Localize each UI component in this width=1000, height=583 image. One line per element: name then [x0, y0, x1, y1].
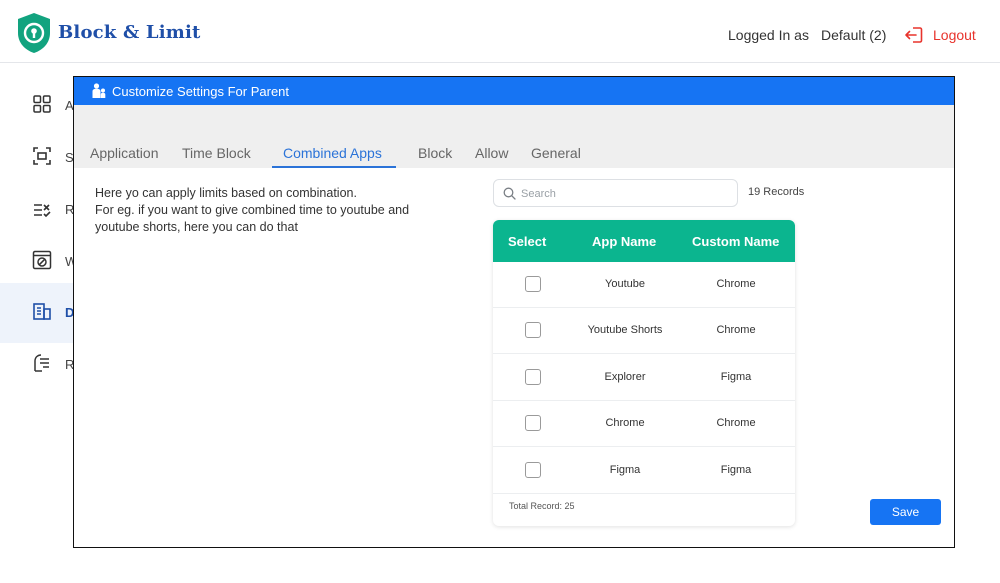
apps-table: Select App Name Custom Name Youtube Chro…	[493, 220, 795, 526]
app-header: Block & Limit Logged In as Default (2) L…	[0, 0, 1000, 63]
sidebar-item-apps[interactable]: A	[0, 76, 80, 136]
sidebar-item-devices[interactable]: D	[0, 283, 80, 343]
brand-title: Block & Limit	[58, 22, 201, 43]
app-name-cell: Chrome	[605, 417, 645, 429]
logout-button[interactable]: Logout	[933, 27, 976, 43]
custom-name-cell: Figma	[720, 464, 752, 476]
app-name-cell: Figma	[609, 464, 641, 476]
save-button[interactable]: Save	[870, 499, 941, 525]
row-checkbox[interactable]	[525, 415, 541, 431]
apps-grid-icon	[33, 95, 51, 113]
table-header: Select App Name Custom Name	[493, 220, 795, 262]
app-name-cell: Youtube	[605, 278, 645, 290]
website-block-icon	[32, 250, 52, 270]
sidebar-item-rules[interactable]: R	[0, 180, 80, 240]
settings-modal: Customize Settings For Parent Applicatio…	[73, 76, 955, 548]
screen-capture-icon	[33, 147, 51, 165]
tab-general[interactable]: General	[531, 145, 581, 161]
logged-in-label: Logged In as	[728, 27, 809, 43]
records-count: 19 Records	[748, 186, 805, 198]
app-name-cell: Youtube Shorts	[587, 324, 663, 336]
row-checkbox[interactable]	[525, 369, 541, 385]
custom-name-cell: Chrome	[716, 278, 756, 290]
table-row: Chrome Chrome	[493, 401, 795, 447]
tab-combined-apps[interactable]: Combined Apps	[283, 145, 382, 161]
sidebar-item-report[interactable]: R	[0, 335, 80, 395]
row-checkbox[interactable]	[525, 462, 541, 478]
row-checkbox[interactable]	[525, 322, 541, 338]
table-row: Explorer Figma	[493, 355, 795, 401]
building-icon	[33, 303, 51, 320]
modal-title: Customize Settings For Parent	[112, 84, 290, 99]
column-header-app-name: App Name	[592, 234, 657, 249]
logout-icon[interactable]	[904, 25, 924, 45]
active-tab-indicator	[272, 166, 396, 168]
sidebar: A S R W D R	[0, 64, 80, 583]
sidebar-item-screen[interactable]: S	[0, 128, 80, 188]
tab-allow[interactable]: Allow	[475, 145, 508, 161]
tab-application[interactable]: Application	[90, 145, 159, 161]
column-header-custom-name: Custom Name	[692, 234, 780, 249]
search-icon	[503, 187, 516, 200]
parent-child-icon	[92, 83, 106, 98]
search-input[interactable]	[521, 184, 731, 204]
report-icon	[34, 354, 49, 372]
app-name-cell: Explorer	[604, 371, 646, 383]
table-row: Figma Figma	[493, 448, 795, 494]
custom-name-cell: Chrome	[716, 417, 756, 429]
custom-name-cell: Chrome	[716, 324, 756, 336]
table-row: Youtube Shorts Chrome	[493, 308, 795, 354]
tab-time-block[interactable]: Time Block	[182, 145, 251, 161]
description-text: Here yo can apply limits based on combin…	[95, 185, 425, 236]
total-record-count: Total Record: 25	[509, 501, 575, 511]
search-box[interactable]	[493, 179, 738, 207]
modal-titlebar: Customize Settings For Parent	[74, 77, 954, 105]
column-header-select: Select	[508, 234, 547, 249]
shield-logo-icon	[18, 13, 50, 53]
description-line: Here yo can apply limits based on combin…	[95, 186, 410, 234]
table-row: Youtube Chrome	[493, 262, 795, 308]
tab-block[interactable]: Block	[418, 145, 452, 161]
row-checkbox[interactable]	[525, 276, 541, 292]
account-name[interactable]: Default (2)	[821, 27, 886, 43]
rules-icon	[34, 204, 51, 218]
tabs-bar: Application Time Block Combined Apps Blo…	[74, 105, 954, 168]
custom-name-cell: Figma	[720, 371, 752, 383]
